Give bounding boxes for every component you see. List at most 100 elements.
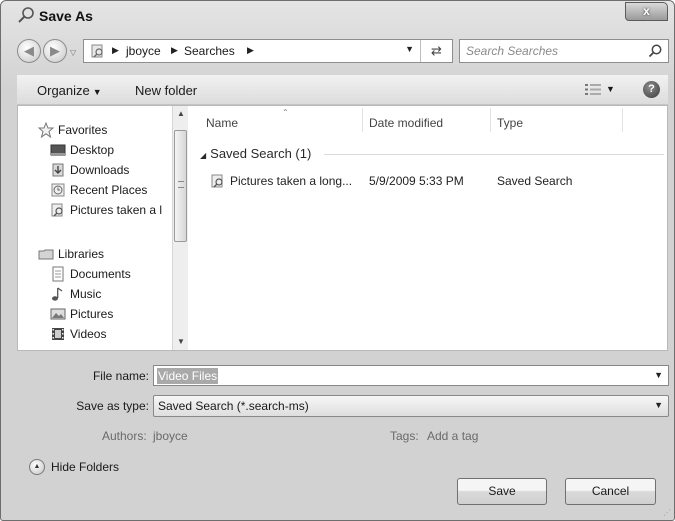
breadcrumb-jboyce[interactable]: jboyce <box>126 44 161 58</box>
sidebar-item-label: Libraries <box>58 247 105 261</box>
star-icon <box>38 122 54 138</box>
file-name-field[interactable]: Video Files ▼ <box>153 365 669 386</box>
column-divider[interactable] <box>622 108 623 132</box>
downloads-icon <box>52 163 64 177</box>
tags-label: Tags: <box>390 429 419 443</box>
close-button[interactable]: x <box>625 2 668 21</box>
sidebar-item-label: Recent Places <box>70 183 148 197</box>
back-button[interactable]: ◀ <box>17 39 41 63</box>
sidebar-item-pictures[interactable]: Pictures <box>50 304 188 324</box>
search-folder-icon <box>91 44 103 58</box>
breadcrumb-separator-icon[interactable]: ▶ <box>171 45 178 56</box>
authors-value[interactable]: jboyce <box>153 429 188 443</box>
sidebar-item-label: Desktop <box>70 143 115 157</box>
sidebar-item-label: Music <box>70 287 102 301</box>
sidebar-item-documents[interactable]: Documents <box>50 264 188 284</box>
videos-icon <box>52 328 64 340</box>
sidebar-item-label: Downloads <box>70 163 130 177</box>
sidebar-item-desktop[interactable]: Desktop <box>50 140 188 160</box>
column-header-type[interactable]: Type <box>497 116 523 130</box>
collapse-triangle-icon: ◢ <box>200 151 207 160</box>
save-as-type-value: Saved Search (*.search-ms) <box>158 399 309 413</box>
forward-button[interactable]: ▶ <box>43 39 67 63</box>
sidebar-item-label: Pictures <box>70 307 114 321</box>
help-icon[interactable]: ? <box>643 81 660 98</box>
navigation-bar: ◀ ▶ ▽ ▶ jboyce ▶ Searches ▶ ▼ ⇄ <box>1 37 674 67</box>
new-folder-button[interactable]: New folder <box>135 83 197 98</box>
column-header-label: Name <box>206 116 239 130</box>
recent-places-icon <box>51 183 65 197</box>
save-button[interactable]: Save <box>457 478 547 505</box>
grip-icon <box>178 181 184 188</box>
search-folder-icon <box>18 7 34 23</box>
documents-icon <box>52 266 64 282</box>
desktop-icon <box>50 144 66 156</box>
file-list: Name ⌃ Date modified Type ◢ Saved Search … <box>190 106 667 350</box>
search-input[interactable] <box>466 43 636 59</box>
sidebar-item-label: Favorites <box>58 123 108 137</box>
scrollbar-thumb[interactable] <box>174 130 187 242</box>
navigation-pane-scrollbar[interactable]: ▲ ▼ <box>172 106 188 350</box>
sidebar-item-favorites[interactable]: Favorites <box>38 120 188 140</box>
chevron-down-icon: ▼ <box>92 87 102 97</box>
view-options-icon[interactable] <box>585 83 601 96</box>
column-divider[interactable] <box>362 108 363 132</box>
music-icon <box>52 287 63 301</box>
file-type: Saved Search <box>497 174 573 188</box>
sort-ascending-icon: ⌃ <box>282 108 289 117</box>
table-row[interactable]: Pictures taken a long... 5/9/2009 5:33 P… <box>190 170 667 192</box>
save-as-dialog: Save As x ◀ ▶ ▽ ▶ jboyce ▶ Searches ▶ ▼ … <box>0 0 675 521</box>
refresh-icon: ⇄ <box>431 43 442 58</box>
tags-value[interactable]: Add a tag <box>427 429 478 443</box>
hide-folders-label: Hide Folders <box>51 460 120 474</box>
saved-search-icon <box>51 203 63 217</box>
file-name-label: File name: <box>92 369 149 383</box>
save-as-type-label: Save as type: <box>76 399 149 413</box>
save-as-type-select[interactable]: Saved Search (*.search-ms) ▼ <box>153 395 669 417</box>
column-header-name[interactable]: Name <box>206 116 238 130</box>
breadcrumb-searches[interactable]: Searches <box>184 44 235 58</box>
title-bar: Save As x <box>1 1 674 31</box>
column-header-date-modified[interactable]: Date modified <box>369 116 443 130</box>
sidebar-item-label: Videos <box>70 327 107 341</box>
group-header-label: Saved Search (1) <box>210 146 312 161</box>
file-name: Pictures taken a long... <box>230 174 353 188</box>
column-divider[interactable] <box>490 108 491 132</box>
navigation-pane: Favorites Desktop Downloads Recent Place… <box>18 106 188 350</box>
sidebar-item-label: Pictures taken a l <box>70 203 163 217</box>
breadcrumb-separator-icon[interactable]: ▶ <box>247 45 254 56</box>
saved-search-icon <box>211 174 223 188</box>
scroll-up-icon[interactable]: ▲ <box>173 106 188 122</box>
collapse-up-icon: ▲ <box>29 459 45 475</box>
group-header-saved-search[interactable]: ◢ Saved Search (1) <box>200 146 311 161</box>
file-name-value[interactable]: Video Files <box>157 368 219 384</box>
sidebar-item-label: Documents <box>70 267 131 281</box>
explorer-panes: Favorites Desktop Downloads Recent Place… <box>17 105 668 351</box>
file-date-modified: 5/9/2009 5:33 PM <box>369 174 464 188</box>
breadcrumb-separator-icon[interactable]: ▶ <box>112 45 119 56</box>
search-box[interactable] <box>459 39 669 63</box>
chevron-down-icon[interactable]: ▼ <box>606 84 615 94</box>
organize-label: Organize <box>37 83 90 98</box>
window-title: Save As <box>39 8 93 24</box>
recent-pages-dropdown-icon[interactable]: ▽ <box>70 48 76 57</box>
sidebar-item-libraries[interactable]: Libraries <box>38 244 188 264</box>
sidebar-item-recent-places[interactable]: Recent Places <box>50 180 188 200</box>
sidebar-item-pictures-taken[interactable]: Pictures taken a l <box>50 200 188 220</box>
sidebar-item-videos[interactable]: Videos <box>50 324 188 344</box>
address-bar[interactable]: ▶ jboyce ▶ Searches ▶ ▼ ⇄ <box>83 39 453 63</box>
chevron-down-icon[interactable]: ▼ <box>654 370 663 380</box>
sidebar-item-music[interactable]: Music <box>50 284 188 304</box>
command-bar: Organize ▼ New folder ▼ ? <box>17 75 668 105</box>
address-dropdown-icon[interactable]: ▼ <box>405 44 414 54</box>
search-icon[interactable] <box>647 43 663 59</box>
refresh-button[interactable]: ⇄ <box>420 40 452 62</box>
pictures-icon <box>50 308 66 320</box>
scroll-down-icon[interactable]: ▼ <box>173 334 188 350</box>
group-divider <box>324 154 664 155</box>
sidebar-item-downloads[interactable]: Downloads <box>50 160 188 180</box>
chevron-down-icon[interactable]: ▼ <box>654 400 663 410</box>
resize-grip-icon[interactable]: ⋰ <box>663 508 671 517</box>
cancel-button[interactable]: Cancel <box>565 478 656 505</box>
organize-menu[interactable]: Organize ▼ <box>37 83 102 98</box>
